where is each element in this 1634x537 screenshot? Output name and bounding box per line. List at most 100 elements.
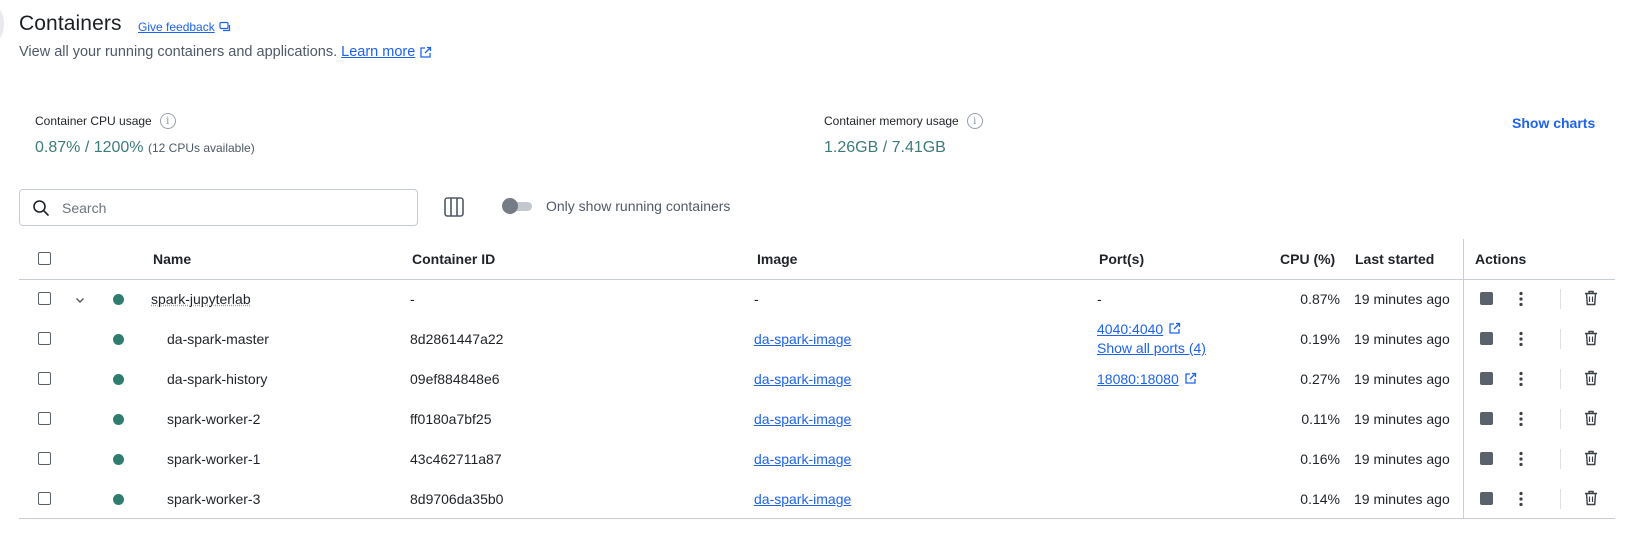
action-separator [1560, 489, 1561, 509]
table-row[interactable]: da-spark-history 09ef884848e6 da-spark-ima… [19, 359, 1615, 399]
search-input[interactable] [60, 198, 384, 217]
container-image-link[interactable]: da-spark-image [754, 411, 851, 427]
stop-button[interactable] [1480, 452, 1493, 465]
container-name[interactable]: spark-worker-1 [167, 451, 260, 467]
container-image-link[interactable]: da-spark-image [754, 451, 851, 467]
running-filter: Only show running containers [502, 198, 730, 214]
stop-button[interactable] [1480, 372, 1493, 385]
cpu-percent: 0.11% [1301, 411, 1340, 427]
stop-button[interactable] [1480, 492, 1493, 505]
columns-icon [444, 197, 464, 217]
info-icon[interactable]: i [966, 113, 983, 129]
row-checkbox[interactable] [38, 452, 51, 465]
search-box [19, 189, 418, 226]
info-icon[interactable]: i [159, 113, 176, 129]
container-image: - [754, 291, 759, 307]
trash-icon[interactable] [1584, 330, 1598, 346]
cpu-percent: 0.16% [1300, 451, 1340, 467]
container-id: 43c462711a87 [410, 451, 502, 467]
cpu-usage-value: 0.87% / 1200% [35, 139, 144, 156]
column-last-started[interactable]: Last started [1355, 251, 1434, 267]
table-row[interactable]: spark-worker-3 8d9706da35b0 da-spark-image… [19, 479, 1615, 519]
running-only-label: Only show running containers [546, 198, 731, 214]
cpu-available-note: (12 CPUs available) [147, 141, 255, 155]
container-id: 8d2861447a22 [410, 331, 504, 347]
select-all-checkbox[interactable] [38, 252, 51, 265]
external-link-icon [1185, 372, 1196, 384]
external-link-icon [420, 46, 432, 58]
search-icon [33, 199, 49, 216]
status-running-dot [113, 294, 124, 305]
last-started: 19 minutes ago [1354, 491, 1450, 507]
table-row[interactable]: spark-worker-2 ff0180a7bf25 da-spark-image… [19, 399, 1615, 439]
row-checkbox[interactable] [38, 492, 51, 505]
row-checkbox[interactable] [38, 292, 51, 305]
compose-group-row[interactable]: spark-jupyterlab - - - 0.87% 19 minutes ago [19, 279, 1615, 319]
column-ports[interactable]: Port(s) [1099, 251, 1144, 267]
action-separator [1560, 369, 1561, 389]
cpu-percent: 0.14% [1300, 491, 1340, 507]
container-name[interactable]: da-spark-history [167, 371, 267, 387]
table-row[interactable]: spark-worker-1 43c462711a87 da-spark-image… [19, 439, 1615, 479]
row-checkbox[interactable] [38, 412, 51, 425]
give-feedback-label: Give feedback [138, 20, 215, 34]
row-checkbox[interactable] [38, 332, 51, 345]
column-container-id[interactable]: Container ID [412, 251, 495, 267]
trash-icon[interactable] [1584, 370, 1598, 386]
column-name[interactable]: Name [153, 251, 191, 267]
last-started: 19 minutes ago [1354, 451, 1450, 467]
container-id: 09ef884848e6 [410, 371, 500, 387]
last-started: 19 minutes ago [1354, 371, 1450, 387]
stop-button[interactable] [1480, 292, 1493, 305]
sidebar-edge [0, 8, 4, 40]
give-feedback-link[interactable]: Give feedback [138, 20, 231, 34]
port-link[interactable]: 18080:18080 [1097, 371, 1179, 387]
action-separator [1560, 409, 1561, 429]
column-settings-button[interactable] [443, 196, 465, 223]
container-name[interactable]: da-spark-master [167, 331, 269, 347]
container-name[interactable]: spark-worker-2 [167, 411, 260, 427]
column-image[interactable]: Image [757, 251, 797, 267]
container-image-link[interactable]: da-spark-image [754, 331, 851, 347]
more-options-icon[interactable] [1518, 290, 1524, 308]
more-options-icon[interactable] [1518, 330, 1524, 348]
learn-more-link[interactable]: Learn more [341, 44, 415, 60]
action-separator [1560, 289, 1561, 309]
container-id: - [410, 291, 415, 307]
more-options-icon[interactable] [1518, 490, 1524, 508]
status-running-dot [113, 494, 124, 505]
container-port: - [1097, 291, 1102, 307]
chevron-down-icon[interactable] [74, 294, 86, 306]
column-actions: Actions [1475, 251, 1527, 267]
port-mapping[interactable]: 18080:18080 [1097, 371, 1197, 387]
last-started: 19 minutes ago [1354, 291, 1450, 307]
trash-icon[interactable] [1584, 450, 1598, 466]
page-title: Containers [19, 12, 122, 35]
table-row[interactable]: da-spark-master 8d2861447a22 da-spark-imag… [19, 319, 1615, 359]
trash-icon[interactable] [1584, 290, 1598, 306]
action-separator [1560, 449, 1561, 469]
container-image-link[interactable]: da-spark-image [754, 371, 851, 387]
row-checkbox[interactable] [38, 372, 51, 385]
container-name[interactable]: spark-worker-3 [167, 491, 260, 507]
stop-button[interactable] [1480, 332, 1493, 345]
status-running-dot [113, 414, 124, 425]
last-started: 19 minutes ago [1354, 411, 1450, 427]
more-options-icon[interactable] [1518, 450, 1524, 468]
trash-icon[interactable] [1584, 490, 1598, 506]
running-only-toggle[interactable] [502, 198, 532, 214]
show-charts-button[interactable]: Show charts [1512, 115, 1595, 131]
trash-icon[interactable] [1584, 410, 1598, 426]
port-link[interactable]: 4040:4040 [1097, 321, 1163, 337]
cpu-usage-label: Container CPU usage [35, 114, 152, 128]
show-all-ports-link[interactable]: Show all ports (4) [1097, 340, 1206, 356]
memory-usage-stat: Container memory usage i 1.26GB / 7.41GB [824, 113, 983, 157]
container-name[interactable]: spark-jupyterlab [151, 291, 251, 307]
status-running-dot [113, 454, 124, 465]
column-cpu[interactable]: CPU (%) [1280, 251, 1335, 267]
more-options-icon[interactable] [1518, 370, 1524, 388]
stop-button[interactable] [1480, 412, 1493, 425]
more-options-icon[interactable] [1518, 410, 1524, 428]
port-mapping[interactable]: 4040:4040 [1097, 321, 1181, 337]
container-image-link[interactable]: da-spark-image [754, 491, 851, 507]
